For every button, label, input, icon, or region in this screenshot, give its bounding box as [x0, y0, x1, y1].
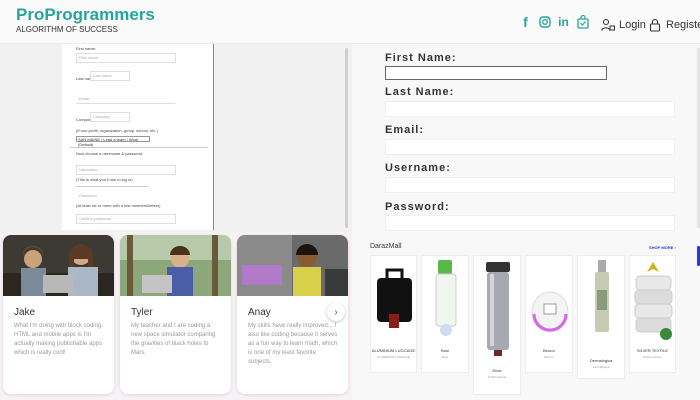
- product-sub: Dermalogica: [592, 365, 610, 369]
- product-card[interactable]: Bosi Bosi: [421, 255, 469, 373]
- last-name-field[interactable]: Last name: [90, 71, 130, 81]
- facebook-icon[interactable]: f: [519, 14, 532, 30]
- daraz-shelf: DarazMall SHOP MORE › ALUMINIUM LUGGAGE …: [352, 236, 700, 400]
- preview-scrollbar[interactable]: [345, 48, 348, 228]
- brand-logo[interactable]: ProProgrammers: [16, 5, 155, 25]
- username-input[interactable]: [385, 177, 675, 193]
- carousel-next-button[interactable]: ›: [327, 303, 345, 321]
- social-links: f in: [519, 14, 589, 32]
- username-note: (This is what you'll use to log in): [76, 177, 133, 182]
- product-sub: Beuror: [544, 355, 554, 359]
- product-card[interactable]: Dermalogica Dermalogica: [577, 255, 625, 379]
- student-name: Anay: [248, 307, 271, 318]
- register-link[interactable]: Register: [648, 15, 700, 35]
- signup-form: First Name: Last Name: Email: Username: …: [352, 44, 700, 236]
- linkedin-icon[interactable]: in: [557, 14, 570, 29]
- user-lock-icon: [601, 18, 615, 31]
- tumbler-image: [486, 262, 510, 356]
- story-card-jake[interactable]: Jake What I'm doing with block coding, H…: [3, 235, 114, 394]
- role-select[interactable]: SAN MAINE / Lead a team / Work (Default): [76, 136, 150, 147]
- product-card[interactable]: Beuror Beuror: [525, 255, 573, 373]
- towel-set-image: [634, 262, 673, 340]
- product-title: SILVER TEXTILE: [636, 348, 669, 353]
- first-name-field[interactable]: First name: [76, 53, 176, 63]
- product-title: Zilver: [492, 368, 502, 373]
- product-title: Dermalogica: [589, 358, 613, 363]
- credentials-note: Now choose a username & password: [76, 151, 143, 156]
- student-quote: My skills have really improved... I also…: [248, 323, 338, 365]
- top-header: ProProgrammers ALGORITHM OF SUCCESS f in…: [0, 0, 700, 44]
- padlock-icon: [649, 18, 661, 32]
- product-sub: Textile Factory: [642, 355, 663, 359]
- product-title: Beuror: [542, 348, 555, 353]
- form-sheet: First name: First name Last name: Last n…: [62, 44, 214, 230]
- instagram-icon[interactable]: [538, 14, 551, 29]
- first-name-label: First name:: [76, 46, 97, 51]
- register-label: Register: [666, 19, 700, 31]
- first-name-label: First Name:: [385, 52, 457, 64]
- bottle-image: [435, 260, 457, 336]
- first-name-input[interactable]: [385, 66, 607, 80]
- student-quote: What I'm doing with block coding, HTML a…: [14, 323, 103, 356]
- password-label: Password:: [385, 201, 450, 213]
- login-link[interactable]: Login: [601, 15, 646, 35]
- product-sub: Public Kansai: [487, 375, 507, 379]
- brand-tagline: ALGORITHM OF SUCCESS: [16, 25, 118, 34]
- product-card[interactable]: Zilver Public Kansai: [473, 255, 521, 395]
- story-card-tyler[interactable]: Tyler My teacher and I are coding a new …: [120, 235, 231, 394]
- product-sub: ALUMINIUM LUGGAGE: [377, 355, 410, 359]
- company-note: (If non-profit, organization, group, sch…: [76, 128, 158, 133]
- product-card[interactable]: SILVER TEXTILE Textile Factory: [629, 255, 676, 373]
- serum-image: [595, 260, 609, 332]
- student-photo: [237, 235, 348, 296]
- product-card[interactable]: ALUMINIUM LUGGAGE ALUMINIUM LUGGAGE: [370, 255, 417, 373]
- student-name: Tyler: [131, 307, 153, 318]
- shop-bag-icon[interactable]: [576, 14, 589, 29]
- shelf-title: DarazMall: [370, 243, 402, 250]
- username-field[interactable]: Username: [76, 165, 176, 175]
- product-title: Bosi: [441, 348, 449, 353]
- student-photo: [120, 235, 231, 296]
- form-rule: [76, 186, 148, 187]
- section-divider: [70, 147, 208, 148]
- password-field[interactable]: Password: [76, 191, 176, 201]
- scale-image: [531, 291, 569, 333]
- shop-more-link[interactable]: SHOP MORE ›: [649, 245, 676, 250]
- login-label: Login: [619, 19, 646, 31]
- luggage-image: [377, 268, 412, 328]
- password-input[interactable]: [385, 215, 675, 231]
- embedded-form-preview: First name: First name Last name: Last n…: [0, 44, 352, 232]
- confirm-password-field[interactable]: Confirm password: [76, 214, 176, 224]
- email-label: Email:: [385, 124, 425, 136]
- student-photo: [3, 235, 114, 296]
- student-quote: My teacher and I are coding a new space …: [131, 323, 216, 356]
- company-field[interactable]: Company: [90, 112, 130, 122]
- product-title: ALUMINIUM LUGGAGE: [371, 348, 416, 353]
- last-name-input[interactable]: [385, 101, 675, 117]
- email-input[interactable]: [385, 139, 675, 155]
- last-name-label: Last Name:: [385, 86, 455, 98]
- student-name: Jake: [14, 307, 36, 318]
- password-note: (At least six or more with a few numbers…: [76, 203, 161, 208]
- product-sub: Bosi: [442, 355, 448, 359]
- username-label: Username:: [385, 162, 451, 174]
- email-field[interactable]: Email: [76, 94, 176, 104]
